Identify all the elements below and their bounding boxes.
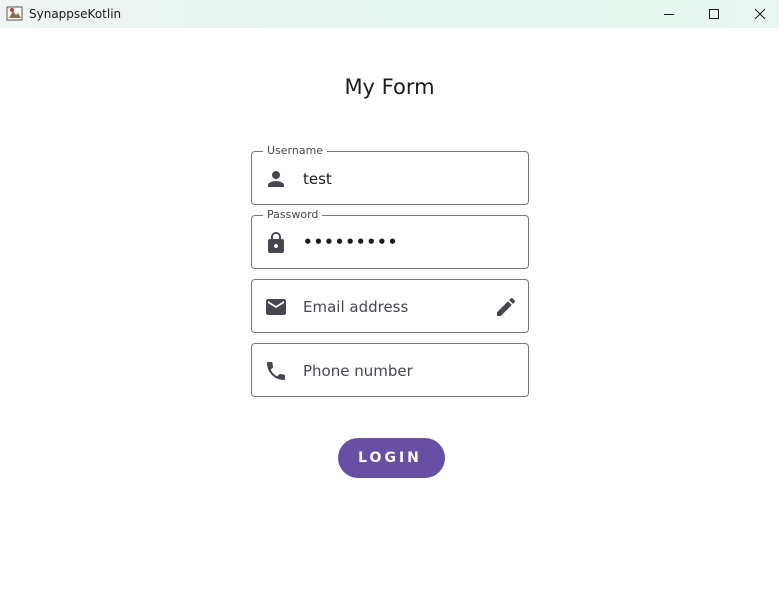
email-field[interactable]: Email address	[251, 279, 529, 333]
maximize-icon	[709, 9, 719, 19]
title-bar: SynappseKotlin	[0, 0, 779, 28]
close-icon	[754, 8, 766, 20]
mail-icon	[266, 299, 286, 315]
window-title: SynappseKotlin	[29, 7, 122, 21]
edit-pencil-icon[interactable]	[494, 295, 518, 319]
username-field[interactable]: Username test	[251, 144, 529, 205]
username-input[interactable]: test	[303, 170, 493, 188]
lock-icon	[268, 232, 284, 253]
password-input[interactable]: •••••••••	[303, 233, 493, 251]
app-window: SynappseKotlin My Form Username test Pas…	[0, 0, 779, 589]
phone-input[interactable]: Phone number	[303, 362, 493, 380]
person-icon	[268, 171, 284, 187]
app-icon	[6, 6, 23, 21]
email-input[interactable]: Email address	[303, 298, 493, 316]
phone-field[interactable]: Phone number	[251, 343, 529, 397]
minimize-icon	[664, 14, 674, 15]
maximize-button[interactable]	[691, 0, 737, 28]
phone-icon	[267, 362, 285, 380]
close-button[interactable]	[737, 0, 779, 28]
page-title: My Form	[344, 75, 435, 99]
password-label: Password	[263, 208, 323, 222]
login-button[interactable]: LOGIN	[338, 438, 445, 478]
username-label: Username	[263, 144, 328, 158]
minimize-button[interactable]	[646, 0, 692, 28]
password-field[interactable]: Password •••••••••	[251, 208, 529, 269]
